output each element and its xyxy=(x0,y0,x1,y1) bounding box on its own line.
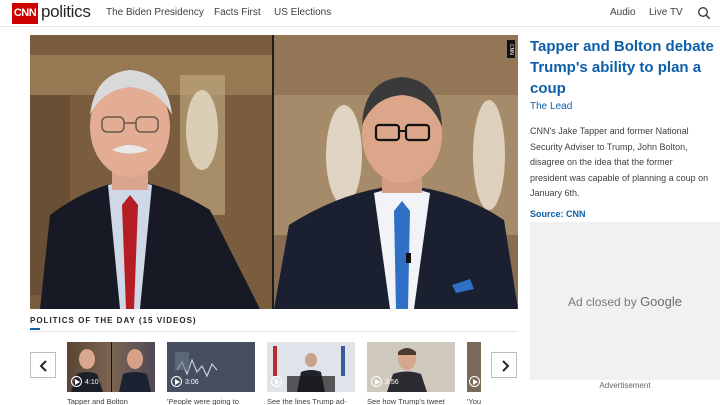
playlist-divider xyxy=(30,331,518,332)
video-thumbnail[interactable]: 4:10 xyxy=(67,342,155,392)
search-icon[interactable] xyxy=(697,6,711,20)
video-thumbnail[interactable]: 3:56 xyxy=(367,342,455,392)
play-icon xyxy=(171,376,182,387)
show-link[interactable]: The Lead xyxy=(530,101,572,112)
top-nav: CNN politics The Biden Presidency Facts … xyxy=(0,0,720,27)
video-thumbnail[interactable]: 3:06 xyxy=(167,342,255,392)
article-source[interactable]: Source: CNN xyxy=(530,209,586,219)
play-icon xyxy=(271,376,282,387)
chevron-right-icon xyxy=(502,360,510,372)
ad-closed-message: Ad closed by Google xyxy=(530,294,720,309)
video-caption[interactable]: See how Trump's tweet xyxy=(367,397,455,405)
nav-item-live-tv[interactable]: Live TV xyxy=(649,7,683,18)
video-player[interactable]: CNN xyxy=(30,35,518,309)
section-title[interactable]: politics xyxy=(41,2,91,22)
ad-closed-brand: Google xyxy=(640,294,682,309)
video-duration: 3:06 xyxy=(185,379,199,386)
video-caption[interactable]: Tapper and Bolton xyxy=(67,397,155,405)
playlist-accent xyxy=(30,328,40,330)
video-caption[interactable]: 'People were going to xyxy=(167,397,255,405)
play-icon xyxy=(469,376,480,387)
video-frame-right xyxy=(274,35,518,309)
speaker-left-illustration xyxy=(30,35,272,309)
video-duration: 3:56 xyxy=(385,379,399,386)
speaker-right-illustration xyxy=(274,35,518,309)
playlist-prev-button[interactable] xyxy=(30,352,56,378)
cnn-logo[interactable]: CNN xyxy=(12,3,38,24)
video-caption[interactable]: 'You xyxy=(467,397,487,405)
cnn-watermark: CNN xyxy=(507,40,515,58)
video-frame-left xyxy=(30,35,272,309)
play-icon xyxy=(371,376,382,387)
article-title[interactable]: Tapper and Bolton debate Trump's ability… xyxy=(530,36,714,99)
playlist-next-button[interactable] xyxy=(491,352,517,378)
nav-item-us-elections[interactable]: US Elections xyxy=(274,7,331,18)
nav-item-audio[interactable]: Audio xyxy=(610,7,636,18)
ad-slot: Ad closed by Google xyxy=(530,222,720,380)
video-caption[interactable]: See the lines Trump ad- xyxy=(267,397,355,405)
article-description: CNN's Jake Tapper and former National Se… xyxy=(530,126,709,198)
video-thumbnail[interactable] xyxy=(467,342,481,392)
nav-item-facts-first[interactable]: Facts First xyxy=(214,7,261,18)
advertisement-label: Advertisement xyxy=(599,381,651,390)
video-duration: 4:10 xyxy=(85,379,99,386)
chevron-left-icon xyxy=(39,360,47,372)
ad-closed-prefix: Ad closed by xyxy=(568,295,641,309)
play-icon xyxy=(71,376,82,387)
nav-item-biden-presidency[interactable]: The Biden Presidency xyxy=(106,7,204,18)
video-thumbnail[interactable] xyxy=(267,342,355,392)
playlist-title: POLITICS OF THE DAY (15 VIDEOS) xyxy=(30,316,197,325)
